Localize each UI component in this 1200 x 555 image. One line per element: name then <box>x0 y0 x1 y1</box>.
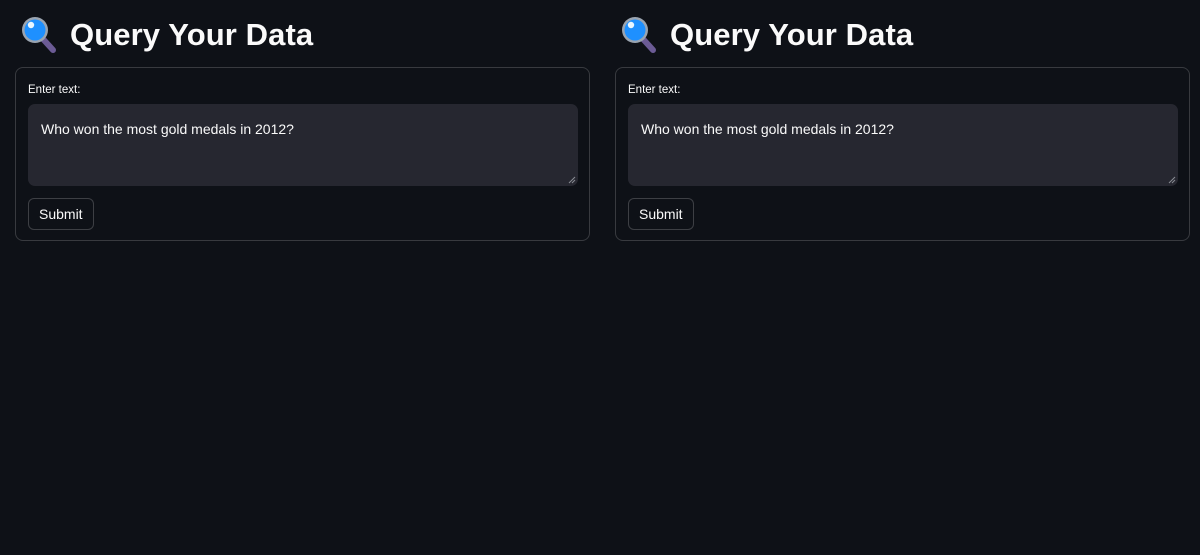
magnifying-glass-icon <box>622 17 656 53</box>
query-textarea[interactable]: Who won the most gold medals in 2012? <box>628 104 1178 186</box>
submit-button[interactable]: Submit <box>28 198 94 230</box>
query-textarea[interactable]: Who won the most gold medals in 2012? <box>28 104 578 186</box>
resize-handle-icon[interactable] <box>1168 176 1176 184</box>
page-header: Query Your Data <box>19 14 313 56</box>
page-title: Query Your Data <box>670 17 914 52</box>
page-header: Query Your Data <box>619 14 913 56</box>
query-form: Enter text: Who won the most gold medals… <box>15 67 590 241</box>
query-form: Enter text: Who won the most gold medals… <box>615 67 1190 241</box>
input-label: Enter text: <box>628 84 681 96</box>
page-title: Query Your Data <box>70 17 314 52</box>
input-label: Enter text: <box>28 84 81 96</box>
submit-button[interactable]: Submit <box>628 198 694 230</box>
query-text: Who won the most gold medals in 2012? <box>641 121 894 137</box>
resize-handle-icon[interactable] <box>568 176 576 184</box>
query-text: Who won the most gold medals in 2012? <box>41 121 294 137</box>
magnifying-glass-icon <box>22 17 56 53</box>
